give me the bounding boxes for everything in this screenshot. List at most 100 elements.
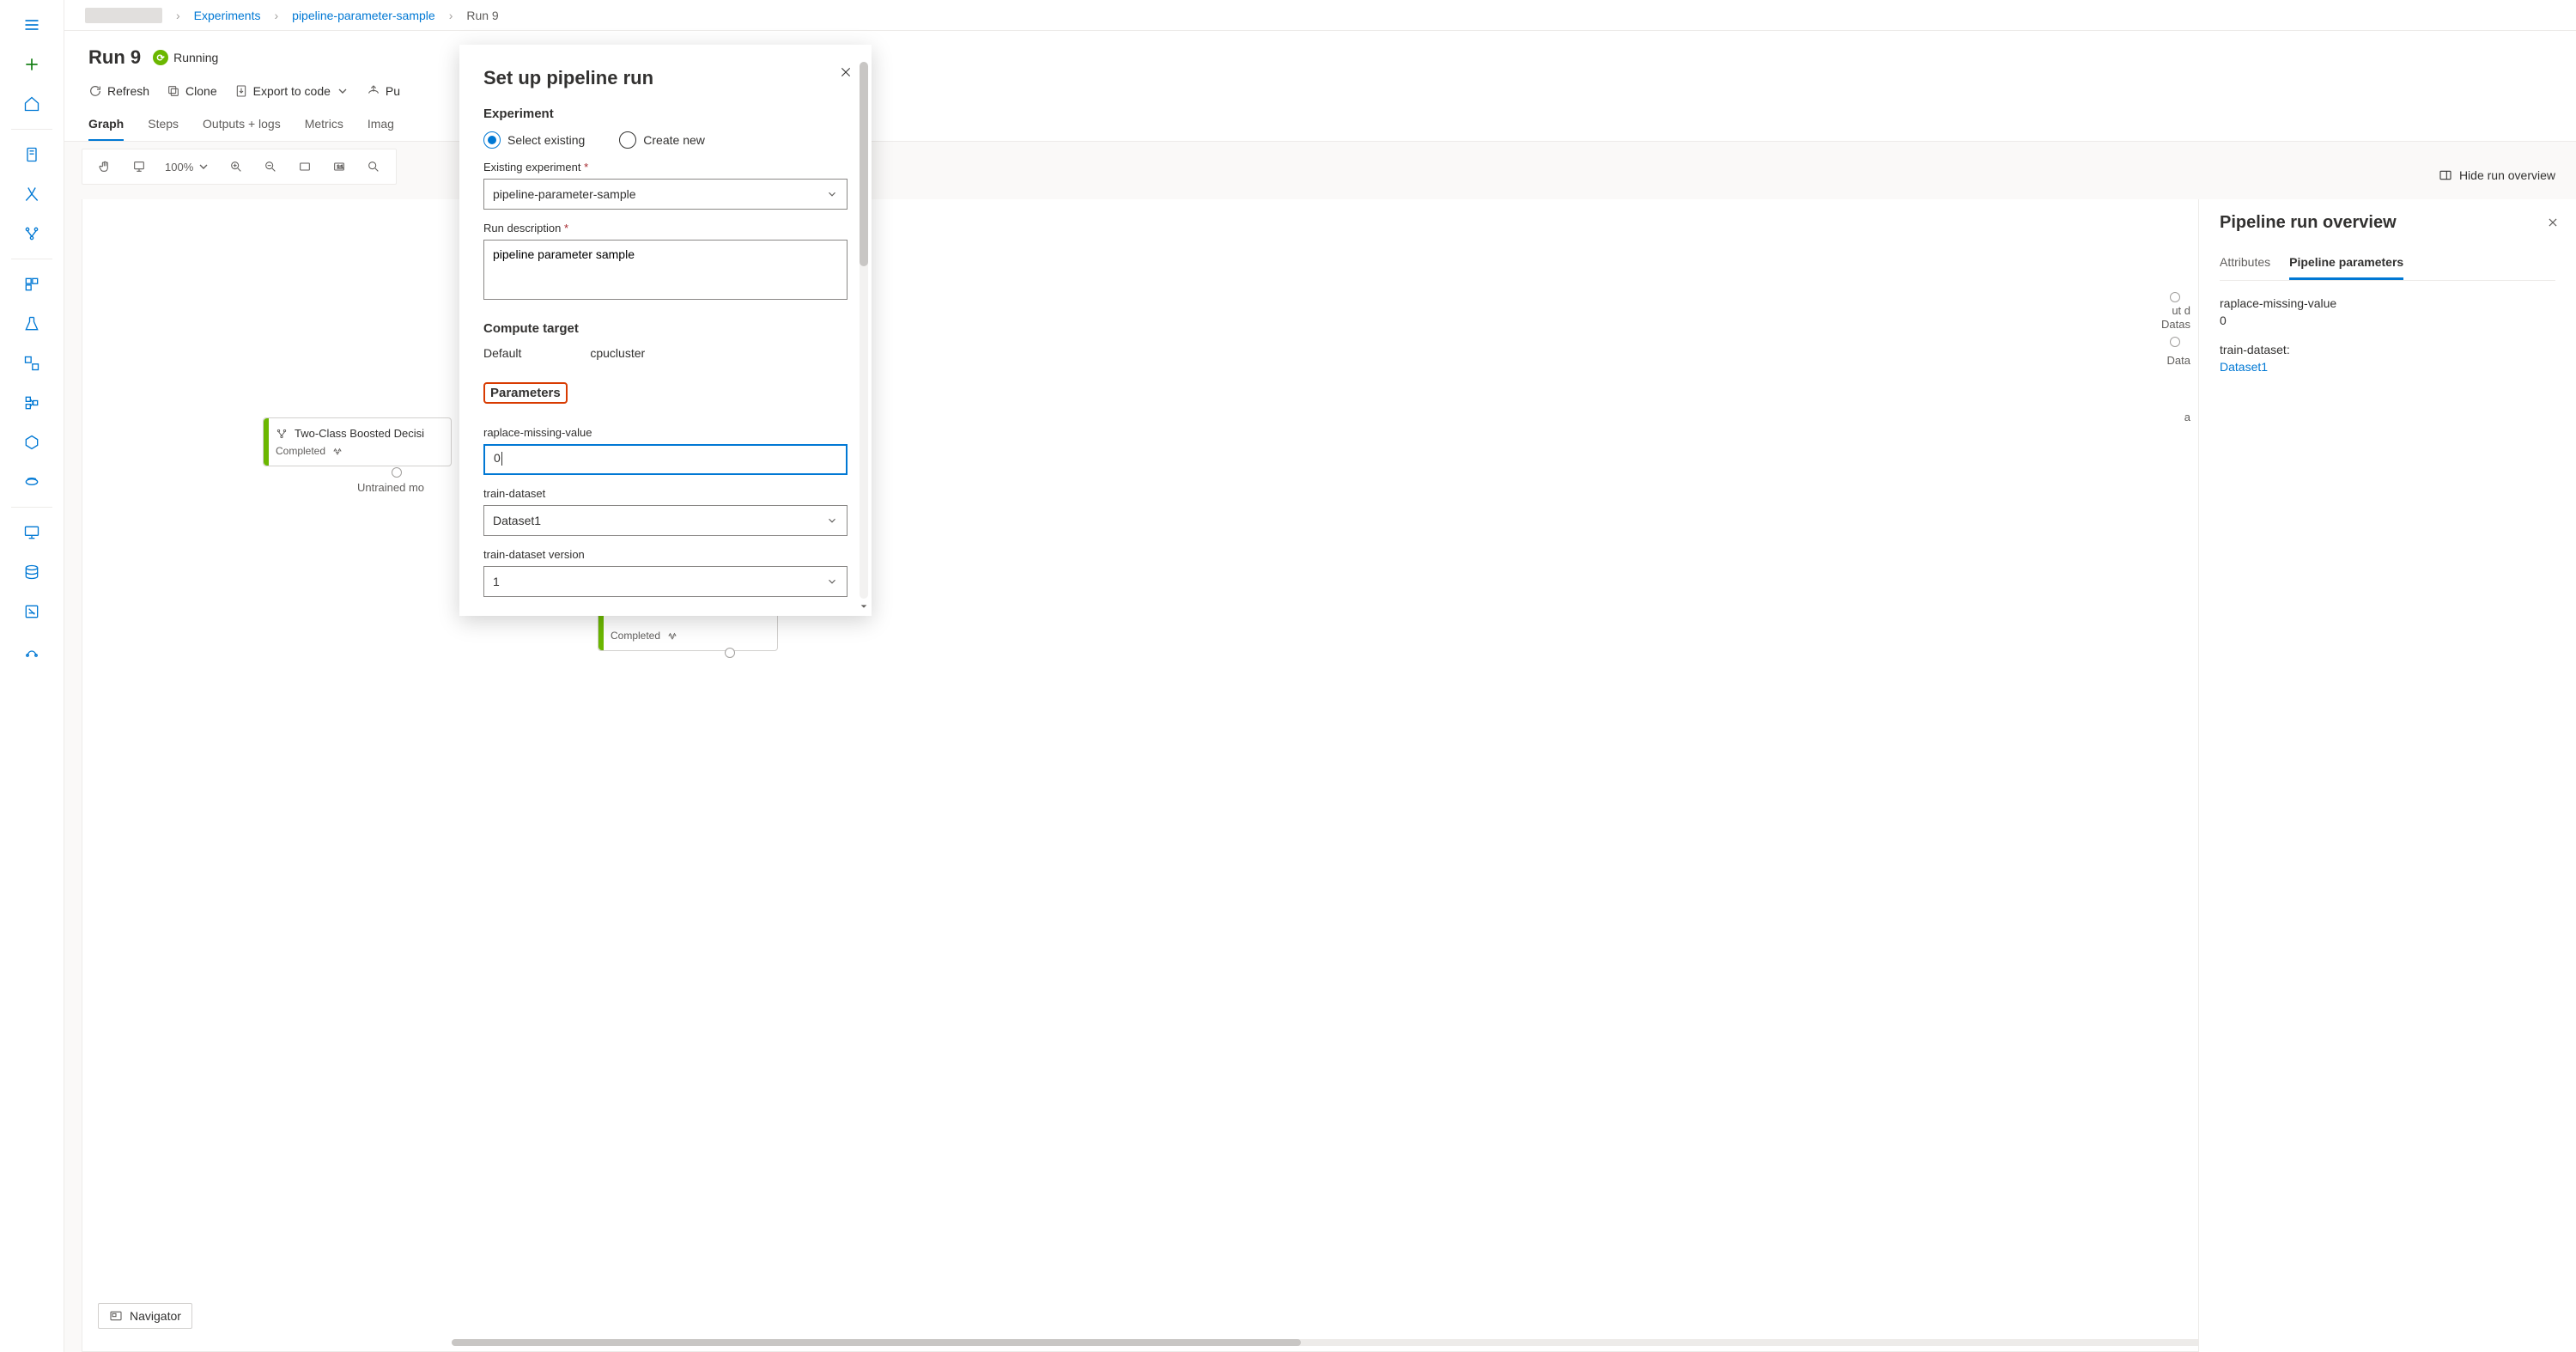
canvas-toolbar: 100% 1:1 — [82, 149, 397, 185]
clone-button[interactable]: Clone — [167, 84, 217, 98]
dialog-title: Set up pipeline run — [483, 67, 848, 89]
param-value-link[interactable]: Dataset1 — [2220, 360, 2555, 374]
existing-experiment-select[interactable]: pipeline-parameter-sample — [483, 179, 848, 210]
tab-outputs[interactable]: Outputs + logs — [203, 112, 281, 141]
node-status: Completed — [611, 630, 765, 642]
param-name: train-dataset: — [2220, 343, 2555, 356]
run-overview-panel: Pipeline run overview Attributes Pipelin… — [2198, 199, 2576, 1352]
chevron-down-icon — [197, 160, 210, 174]
status-text: Running — [173, 51, 218, 64]
chevron-down-icon — [826, 188, 838, 200]
zoom-level[interactable]: 100% — [161, 160, 214, 174]
automl-icon[interactable] — [14, 176, 50, 212]
recycle-icon — [332, 446, 343, 456]
running-icon: ⟳ — [153, 50, 168, 65]
publish-button[interactable]: Pu — [367, 84, 400, 98]
param-block: raplace-missing-value 0 — [2220, 296, 2555, 327]
close-icon[interactable] — [2547, 216, 2559, 231]
graph-port[interactable] — [725, 648, 735, 658]
graph-node[interactable]: Two-Class Boosted Decisi Completed — [263, 417, 452, 466]
notebook-icon[interactable] — [14, 137, 50, 173]
scroll-down-icon[interactable] — [860, 602, 868, 611]
canvas-label: ut d — [2172, 304, 2190, 317]
export-button[interactable]: Export to code — [234, 84, 349, 98]
scrollbar-thumb[interactable] — [452, 1339, 1301, 1346]
canvas-label: a — [2184, 411, 2190, 423]
home-icon[interactable] — [14, 86, 50, 122]
label-icon[interactable] — [14, 594, 50, 630]
breadcrumb-experiments[interactable]: Experiments — [194, 9, 261, 22]
radio-select-existing[interactable]: Select existing — [483, 131, 585, 149]
experiments-icon[interactable] — [14, 306, 50, 342]
breadcrumb-current: Run 9 — [466, 9, 498, 22]
canvas-label: Datas — [2161, 318, 2190, 331]
port-label: Untrained mo — [357, 481, 424, 494]
pan-tool-icon[interactable] — [93, 155, 117, 179]
svg-text:1:1: 1:1 — [337, 165, 343, 170]
node-title: Two-Class Boosted Decisi — [276, 427, 439, 440]
label-param-3: train-dataset version — [483, 548, 848, 561]
experiment-mode-radio-group: Select existing Create new — [483, 131, 848, 149]
compute-icon[interactable] — [14, 515, 50, 551]
breadcrumb-experiment-name[interactable]: pipeline-parameter-sample — [292, 9, 435, 22]
param-train-dataset-version-select[interactable]: 1 — [483, 566, 848, 597]
label-param-1: raplace-missing-value — [483, 426, 848, 439]
setup-pipeline-run-dialog: Set up pipeline run Experiment Select ex… — [459, 45, 872, 616]
data-icon[interactable] — [14, 266, 50, 302]
close-icon[interactable] — [839, 65, 853, 82]
panel-icon — [2439, 168, 2452, 182]
radio-create-new[interactable]: Create new — [619, 131, 705, 149]
param-train-dataset-select[interactable]: Dataset1 — [483, 505, 848, 536]
models-icon[interactable] — [14, 385, 50, 421]
module-icon — [276, 428, 288, 440]
radio-icon — [483, 131, 501, 149]
zoom-out-icon[interactable] — [258, 155, 283, 179]
param-replace-missing-value-input[interactable]: 0 — [483, 444, 848, 475]
tab-metrics[interactable]: Metrics — [305, 112, 343, 141]
nav-rail — [0, 0, 64, 1352]
designer-icon[interactable] — [14, 216, 50, 252]
node-status-bar — [264, 418, 269, 466]
chevron-down-icon — [826, 576, 838, 588]
graph-port[interactable] — [2170, 292, 2180, 302]
chevron-right-icon: › — [274, 9, 278, 22]
compute-value: cpucluster — [590, 346, 645, 360]
chevron-right-icon: › — [176, 9, 180, 22]
label-existing-experiment: Existing experiment * — [483, 161, 848, 174]
param-value: 0 — [2220, 314, 2555, 327]
endpoints-icon[interactable] — [14, 424, 50, 460]
navigator-button[interactable]: Navigator — [98, 1303, 192, 1329]
datastore-icon[interactable] — [14, 554, 50, 590]
scrollbar-thumb[interactable] — [860, 62, 868, 266]
pipelines-icon[interactable] — [14, 345, 50, 381]
section-parameters: Parameters — [483, 382, 568, 404]
tab-graph[interactable]: Graph — [88, 112, 124, 141]
breadcrumb-workspace[interactable] — [85, 8, 162, 23]
hamburger-icon[interactable] — [14, 7, 50, 43]
fit-screen-icon[interactable] — [293, 155, 317, 179]
search-icon[interactable] — [361, 155, 386, 179]
title-bar: Run 9 ⟳ Running — [64, 31, 2576, 76]
label-run-description: Run description * — [483, 222, 848, 234]
linked-icon[interactable] — [14, 633, 50, 669]
tab-pipeline-parameters[interactable]: Pipeline parameters — [2289, 250, 2403, 280]
section-compute-target: Compute target — [483, 321, 848, 336]
radio-icon — [619, 131, 636, 149]
chevron-right-icon: › — [449, 9, 453, 22]
tab-images[interactable]: Imag — [368, 112, 394, 141]
label-param-2: train-dataset — [483, 487, 848, 500]
zoom-in-icon[interactable] — [224, 155, 248, 179]
tab-attributes[interactable]: Attributes — [2220, 250, 2270, 280]
dialog-scrollbar[interactable] — [860, 62, 868, 599]
graph-port[interactable] — [2170, 337, 2180, 347]
refresh-button[interactable]: Refresh — [88, 84, 149, 98]
run-description-input[interactable] — [483, 240, 848, 300]
select-tool-icon[interactable] — [127, 155, 151, 179]
plus-icon[interactable] — [14, 46, 50, 82]
tab-steps[interactable]: Steps — [148, 112, 179, 141]
hide-overview-button[interactable]: Hide run overview — [2439, 168, 2555, 182]
environments-icon[interactable] — [14, 464, 50, 500]
actual-size-icon[interactable]: 1:1 — [327, 155, 351, 179]
graph-port[interactable] — [392, 467, 402, 478]
text-cursor — [501, 452, 502, 466]
